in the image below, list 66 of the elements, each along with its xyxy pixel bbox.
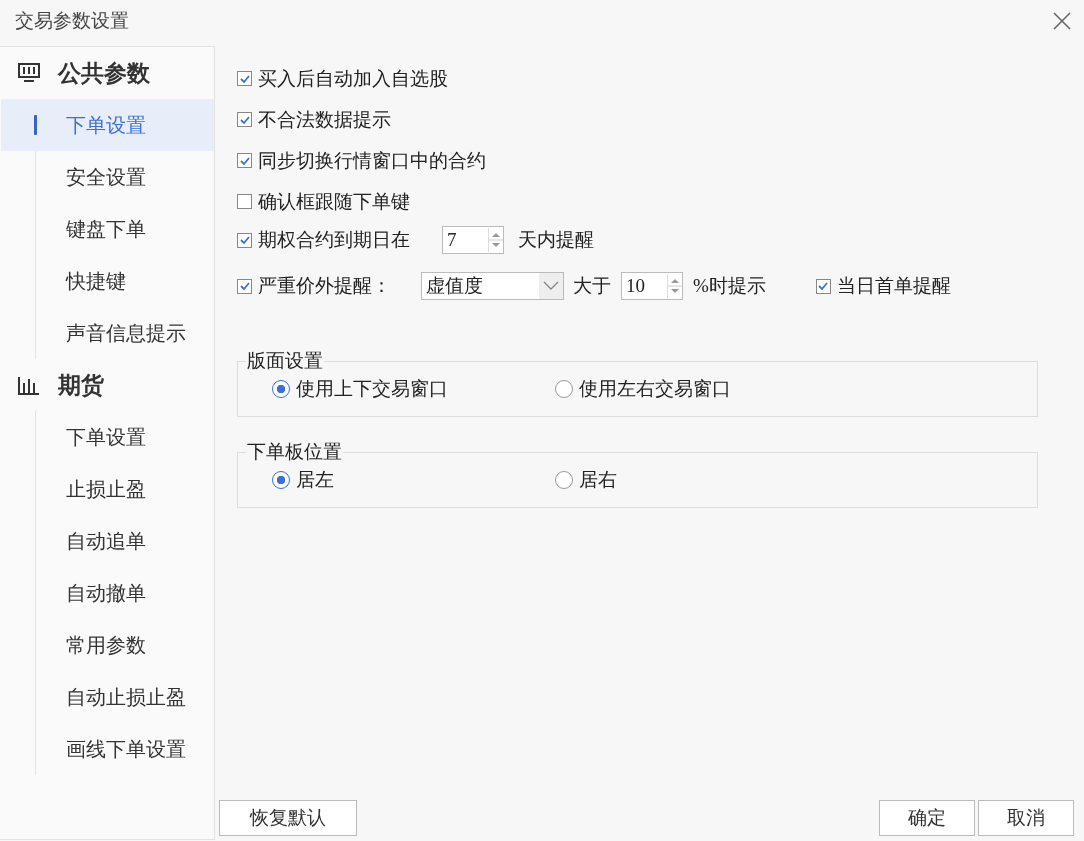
sidebar-group-title: 期货 <box>58 371 104 400</box>
checkbox[interactable] <box>815 278 831 294</box>
radio-option[interactable]: 居左 <box>272 467 555 493</box>
spinner-arrows-icon[interactable] <box>488 228 503 252</box>
group-title: 下单板位置 <box>246 440 343 464</box>
bar-chart-icon <box>18 375 40 395</box>
radio-button[interactable] <box>272 471 290 489</box>
sidebar-item[interactable]: 自动撤单 <box>1 567 214 619</box>
number-spinner[interactable]: 7 <box>442 226 504 254</box>
checkbox[interactable] <box>237 112 252 127</box>
unit-label: 天内提醒 <box>518 228 594 252</box>
sidebar-group-title: 公共参数 <box>58 59 150 88</box>
sidebar-item[interactable]: 止损止盈 <box>1 463 214 515</box>
radio-option[interactable]: 使用上下交易窗口 <box>272 376 555 402</box>
option-label: 严重价外提醒： <box>258 274 391 298</box>
checkbox-option[interactable]: 不合法数据提示 <box>237 106 391 133</box>
option-label: 确认框跟随下单键 <box>258 189 410 214</box>
option-label: 同步切换行情窗口中的合约 <box>258 148 486 173</box>
option-label: 使用左右交易窗口 <box>579 377 731 401</box>
ok-button[interactable]: 确定 <box>879 800 975 836</box>
sidebar-item[interactable]: 下单设置 <box>1 411 214 463</box>
sidebar-item[interactable]: 画线下单设置 <box>1 723 214 775</box>
sidebar-item[interactable]: 键盘下单 <box>1 203 214 255</box>
group-title: 版面设置 <box>246 349 324 373</box>
spinner-arrows-icon[interactable] <box>667 274 682 298</box>
radio-button[interactable] <box>272 380 290 398</box>
radio-button[interactable] <box>555 471 573 489</box>
monitor-icon <box>18 63 40 83</box>
window-title: 交易参数设置 <box>15 9 129 33</box>
caret-icon[interactable] <box>539 273 563 299</box>
checkbox[interactable] <box>237 278 252 294</box>
checkbox[interactable] <box>237 194 252 209</box>
checkbox[interactable] <box>237 232 252 248</box>
unit-label: %时提示 <box>693 274 766 298</box>
restore-defaults-button[interactable]: 恢复默认 <box>219 800 357 836</box>
sidebar-item[interactable]: 自动止损止盈 <box>1 671 214 723</box>
checkbox-option[interactable]: 当日首单提醒 <box>815 273 951 299</box>
sidebar-item[interactable]: 下单设置 <box>1 99 214 151</box>
sidebar-item[interactable]: 常用参数 <box>1 619 214 671</box>
option-label: 买入后自动加入自选股 <box>258 66 448 91</box>
sidebar-item[interactable]: 自动追单 <box>1 515 214 567</box>
dropdown[interactable]: 虚值度 <box>421 272 564 300</box>
option-label: 居右 <box>579 468 617 492</box>
sidebar-item[interactable]: 快捷键 <box>1 255 214 307</box>
radio-option[interactable]: 居右 <box>555 467 838 493</box>
selection-indicator <box>34 115 37 135</box>
checkbox[interactable] <box>237 153 252 168</box>
close-icon[interactable] <box>1052 11 1072 31</box>
option-label: 当日首单提醒 <box>836 274 951 298</box>
checkbox[interactable] <box>237 71 252 86</box>
option-label: 期权合约到期日在 <box>258 228 410 252</box>
sidebar-item[interactable]: 安全设置 <box>1 151 214 203</box>
comparison-label: 大于 <box>573 274 611 298</box>
radio-option[interactable]: 使用左右交易窗口 <box>555 376 838 402</box>
checkbox-option[interactable]: 期权合约到期日在 <box>237 227 410 253</box>
option-label: 使用上下交易窗口 <box>296 377 448 401</box>
radio-button[interactable] <box>555 380 573 398</box>
sidebar-item[interactable]: 声音信息提示 <box>1 307 214 359</box>
option-label: 不合法数据提示 <box>258 107 391 132</box>
checkbox-option[interactable]: 同步切换行情窗口中的合约 <box>237 147 486 174</box>
checkbox-option[interactable]: 确认框跟随下单键 <box>237 188 410 215</box>
number-spinner[interactable]: 10 <box>621 272 683 300</box>
option-label: 居左 <box>296 468 334 492</box>
checkbox-option[interactable]: 严重价外提醒： <box>237 273 391 299</box>
checkbox-option[interactable]: 买入后自动加入自选股 <box>237 65 448 92</box>
cancel-button[interactable]: 取消 <box>978 800 1074 836</box>
